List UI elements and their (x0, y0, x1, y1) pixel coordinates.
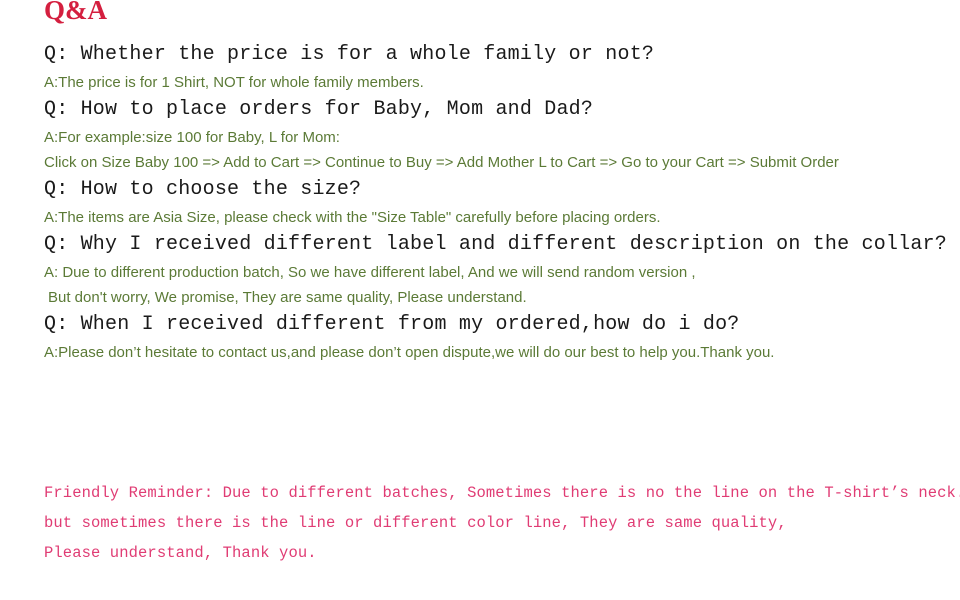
reminder-line: but sometimes there is the line or diffe… (44, 514, 787, 532)
question-text: Q: When I received different from my ord… (44, 313, 740, 336)
qa-block: Q: How to place orders for Baby, Mom and… (0, 95, 960, 175)
qa-block: Q: When I received different from my ord… (0, 310, 960, 365)
answer-text: A:For example:size 100 for Baby, L for M… (44, 129, 340, 146)
reminder-line: Friendly Reminder: Due to different batc… (44, 484, 960, 502)
question-text: Q: How to choose the size? (44, 178, 362, 201)
reminder-line: Please understand, Thank you. (44, 544, 317, 562)
question-text: Q: Whether the price is for a whole fami… (44, 43, 655, 66)
answer-text: A:Please don’t hesitate to contact us,an… (44, 344, 775, 361)
friendly-reminder-block: Friendly Reminder: Due to different batc… (44, 478, 960, 568)
qa-block: Q: Why I received different label and di… (0, 230, 960, 310)
question-text: Q: Why I received different label and di… (44, 233, 947, 256)
answer-text: A:The price is for 1 Shirt, NOT for whol… (44, 74, 424, 91)
answer-text: But don't worry, We promise, They are sa… (48, 289, 527, 306)
answer-text: Click on Size Baby 100 => Add to Cart =>… (44, 154, 839, 171)
qa-block: Q: How to choose the size? A:The items ar… (0, 175, 960, 230)
qa-block: Q: Whether the price is for a whole fami… (0, 40, 960, 95)
question-text: Q: How to place orders for Baby, Mom and… (44, 98, 594, 121)
page-title: Q&A (44, 0, 107, 25)
answer-text: A:The items are Asia Size, please check … (44, 209, 661, 226)
answer-text: A: Due to different production batch, So… (44, 264, 696, 281)
qa-list: Q: Whether the price is for a whole fami… (0, 40, 960, 365)
qa-page: Q&A Q: Whether the price is for a whole … (0, 0, 960, 600)
